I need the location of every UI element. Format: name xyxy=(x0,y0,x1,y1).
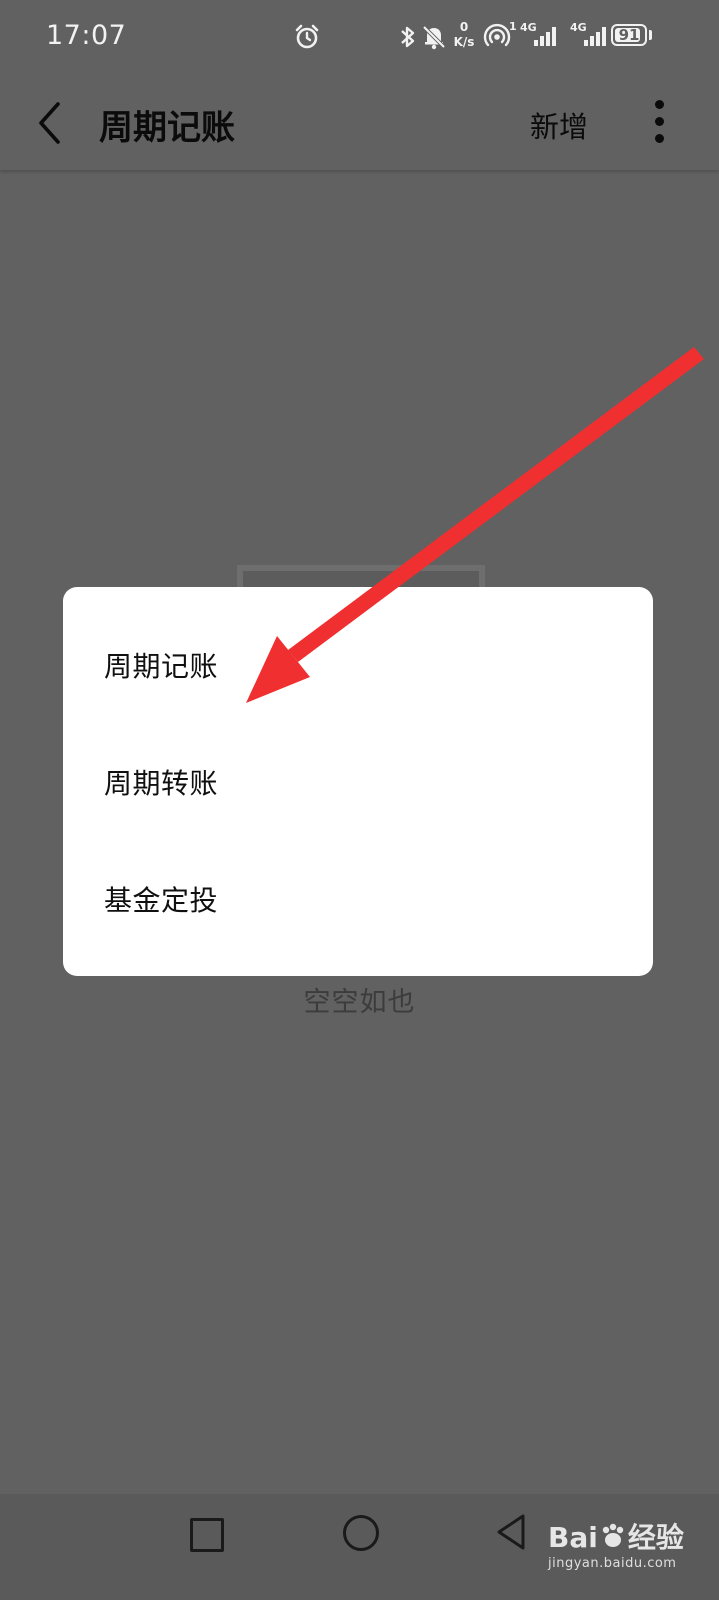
hotspot-count: 1 xyxy=(509,20,517,33)
signal-2-icon xyxy=(584,26,610,50)
dialog-item-label: 周期转账 xyxy=(104,767,219,800)
empty-state-text: 空空如也 xyxy=(303,987,416,1018)
home-button[interactable] xyxy=(343,1515,379,1551)
more-dot-icon xyxy=(655,100,664,109)
status-bar: 17:07 0 K/s 1 4G 4G 91 xyxy=(0,0,719,76)
battery-icon: 91 xyxy=(611,24,647,46)
battery-level-text: 91 xyxy=(618,26,640,44)
hotspot-icon xyxy=(483,22,511,54)
more-dot-icon xyxy=(655,134,664,143)
network-speed-value: 0 xyxy=(459,20,469,34)
bell-off-icon xyxy=(422,24,446,54)
app-bar: 周期记账 新增 xyxy=(0,76,719,170)
watermark-url: jingyan.baidu.com xyxy=(548,1556,677,1571)
record-type-dialog: 周期记账 周期转账 基金定投 xyxy=(63,587,653,976)
bluetooth-icon xyxy=(399,24,417,54)
triangle-back-icon xyxy=(497,1514,525,1550)
paw-icon xyxy=(602,1523,624,1547)
network-speed: 0 K/s xyxy=(450,20,478,50)
more-options-button[interactable] xyxy=(648,98,672,146)
dialog-item-label: 周期记账 xyxy=(104,650,219,683)
back-arrow-icon xyxy=(39,102,60,144)
status-time: 17:07 xyxy=(46,20,127,51)
watermark-brand-suffix: 经验 xyxy=(627,1521,684,1554)
dialog-item-label: 基金定投 xyxy=(104,884,219,917)
page-title: 周期记账 xyxy=(99,108,235,148)
signal-1-icon xyxy=(534,26,560,50)
dialog-item-fund-investment[interactable]: 基金定投 xyxy=(63,841,653,958)
recent-apps-button[interactable] xyxy=(190,1518,224,1552)
back-button[interactable] xyxy=(28,98,72,148)
alarm-icon xyxy=(294,24,320,54)
dialog-item-periodic-transfer[interactable]: 周期转账 xyxy=(63,724,653,841)
watermark-brand: Bai 经验 xyxy=(548,1516,684,1556)
dialog-item-periodic-bookkeeping[interactable]: 周期记账 xyxy=(63,607,653,724)
watermark-brand-prefix: Bai xyxy=(548,1521,598,1554)
add-button[interactable]: 新增 xyxy=(530,104,588,146)
more-dot-icon xyxy=(655,117,664,126)
nav-back-button[interactable] xyxy=(494,1512,528,1556)
battery-tip xyxy=(649,30,652,40)
baidu-jingyan-watermark: Bai 经验 jingyan.baidu.com xyxy=(548,1512,698,1582)
network-speed-unit: K/s xyxy=(453,35,475,49)
